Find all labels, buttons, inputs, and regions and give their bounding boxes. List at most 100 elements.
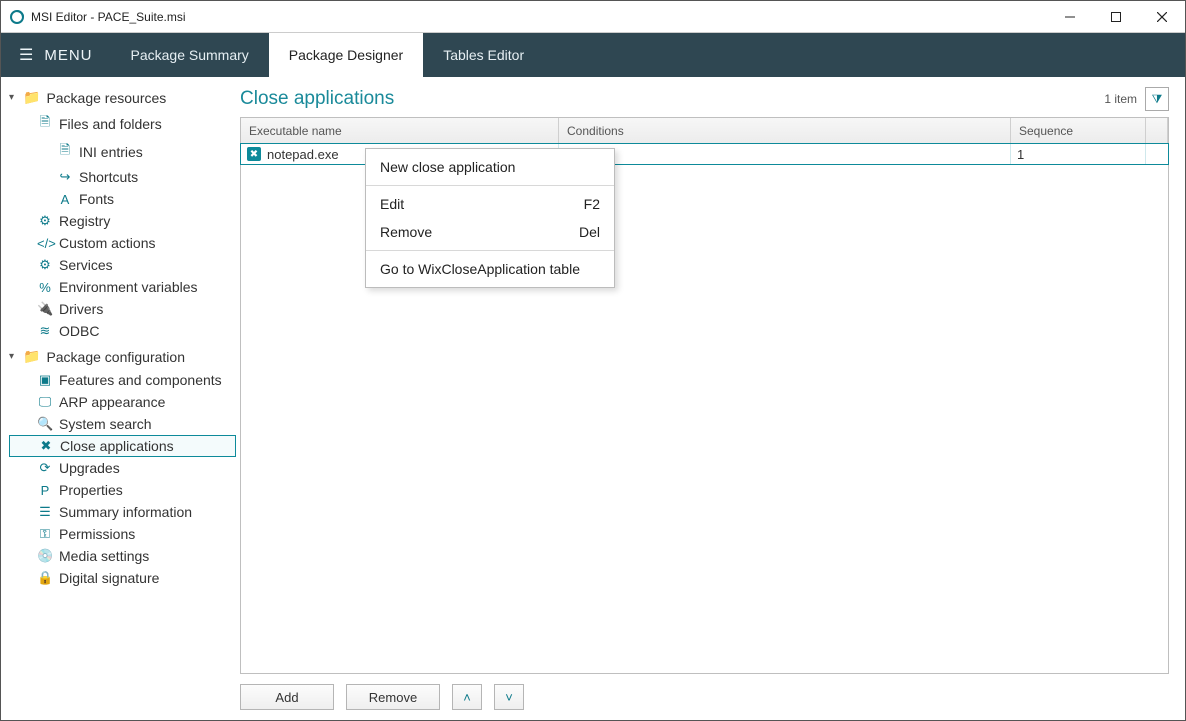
sidebar-item-label: Summary information <box>59 504 192 520</box>
puzzle-icon: ▣ <box>37 372 53 388</box>
tree-header-resources[interactable]: ▾ 📁 Package resources <box>9 85 236 110</box>
lock-icon: 🔒 <box>37 570 53 586</box>
app-logo-icon <box>9 9 25 25</box>
move-down-button[interactable]: ˅ <box>494 684 524 710</box>
sidebar-item-label: Shortcuts <box>79 169 138 185</box>
close-app-icon: ✖ <box>38 438 54 454</box>
hamburger-icon: ☰ <box>19 45 34 65</box>
column-conditions[interactable]: Conditions <box>559 118 1011 143</box>
sidebar-item-label: Registry <box>59 213 110 229</box>
tab-package-designer[interactable]: Package Designer <box>269 33 423 77</box>
sidebar-item-label: Custom actions <box>59 235 155 251</box>
move-up-button[interactable]: ˄ <box>452 684 482 710</box>
sidebar-item-label: Digital signature <box>59 570 159 586</box>
window-title: MSI Editor - PACE_Suite.msi <box>31 10 1047 24</box>
main-header: Close applications 1 item ⧩ <box>240 87 1169 111</box>
grid-body: ✖ notepad.exe 1 New close application <box>241 144 1168 673</box>
column-executable-name[interactable]: Executable name <box>241 118 559 143</box>
filter-button[interactable]: ⧩ <box>1145 87 1169 111</box>
cell-spacer <box>1146 144 1168 164</box>
tab-tables-editor[interactable]: Tables Editor <box>423 33 544 77</box>
sidebar-item-drivers[interactable]: 🔌 Drivers <box>9 298 236 320</box>
sidebar-item-summary-info[interactable]: ☰ Summary information <box>9 501 236 523</box>
page-title: Close applications <box>240 88 394 110</box>
sidebar-item-features[interactable]: ▣ Features and components <box>9 369 236 391</box>
sidebar-item-label: Permissions <box>59 526 135 542</box>
registry-icon: ⚙ <box>37 213 53 229</box>
maximize-button[interactable] <box>1093 1 1139 32</box>
ctx-label: Remove <box>380 224 432 240</box>
ctx-label: Go to WixCloseApplication table <box>380 261 580 277</box>
sidebar-item-label: Drivers <box>59 301 103 317</box>
close-app-icon: ✖ <box>247 147 261 161</box>
remove-button[interactable]: Remove <box>346 684 440 710</box>
sidebar-item-label: Properties <box>59 482 123 498</box>
sidebar-item-label: Environment variables <box>59 279 198 295</box>
sidebar-item-shortcuts[interactable]: ↪ Shortcuts <box>9 166 236 188</box>
ctx-separator <box>366 250 614 251</box>
sidebar-item-media-settings[interactable]: 💿 Media settings <box>9 545 236 567</box>
tree-header-configuration[interactable]: ▾ 📁 Package configuration <box>9 344 236 369</box>
ctx-new-close-application[interactable]: New close application <box>366 153 614 181</box>
ctx-edit[interactable]: Edit F2 <box>366 190 614 218</box>
column-sequence[interactable]: Sequence <box>1011 118 1146 143</box>
list-icon: ☰ <box>37 504 53 520</box>
ctx-label: Edit <box>380 196 404 212</box>
sidebar-item-services[interactable]: ⚙ Services <box>9 254 236 276</box>
folder-icon: 📁 <box>23 348 40 365</box>
close-button[interactable] <box>1139 1 1185 32</box>
sidebar-item-label: ARP appearance <box>59 394 165 410</box>
tab-package-summary[interactable]: Package Summary <box>111 33 269 77</box>
menu-button[interactable]: ☰ MENU <box>1 33 111 77</box>
chevron-down-icon: ˅ <box>505 690 513 705</box>
sidebar-item-close-applications[interactable]: ✖ Close applications <box>9 435 236 457</box>
file-icon: 🗎 <box>37 113 53 135</box>
add-button[interactable]: Add <box>240 684 334 710</box>
shortcut-icon: ↪ <box>57 169 73 185</box>
sidebar-item-properties[interactable]: P Properties <box>9 479 236 501</box>
sidebar-item-odbc[interactable]: ≋ ODBC <box>9 320 236 342</box>
sidebar-item-permissions[interactable]: ⚿ Permissions <box>9 523 236 545</box>
sidebar-item-arp[interactable]: 🖵 ARP appearance <box>9 391 236 413</box>
sidebar-item-label: Fonts <box>79 191 114 207</box>
filter-icon: ⧩ <box>1152 92 1163 107</box>
sidebar-item-digital-signature[interactable]: 🔒 Digital signature <box>9 567 236 589</box>
data-grid: Executable name Conditions Sequence ✖ no… <box>240 117 1169 674</box>
cell-cond <box>559 144 1011 164</box>
sidebar-item-ini-entries[interactable]: 🗎 INI entries <box>9 138 236 166</box>
sidebar-item-system-search[interactable]: 🔍 System search <box>9 413 236 435</box>
cell-seq: 1 <box>1011 144 1146 164</box>
gear-icon: ⚙ <box>37 257 53 273</box>
sidebar-item-custom-actions[interactable]: </> Custom actions <box>9 232 236 254</box>
sidebar-item-files-and-folders[interactable]: 🗎 Files and folders <box>9 110 236 138</box>
sidebar-item-fonts[interactable]: A Fonts <box>9 188 236 210</box>
disc-icon: 💿 <box>37 548 53 564</box>
ctx-separator <box>366 185 614 186</box>
minimize-button[interactable] <box>1047 1 1093 32</box>
sidebar-item-env-vars[interactable]: % Environment variables <box>9 276 236 298</box>
code-icon: </> <box>37 236 53 251</box>
ctx-goto-table[interactable]: Go to WixCloseApplication table <box>366 255 614 283</box>
item-count: 1 item <box>1104 92 1137 106</box>
sidebar-item-label: Files and folders <box>59 116 162 132</box>
cell-value: notepad.exe <box>267 147 339 162</box>
column-spacer <box>1146 118 1168 143</box>
sidebar-item-label: System search <box>59 416 152 432</box>
tree-header-label: Package resources <box>46 90 166 106</box>
content-area: ▾ 📁 Package resources 🗎 Files and folder… <box>1 77 1185 720</box>
sidebar-item-upgrades[interactable]: ⟳ Upgrades <box>9 457 236 479</box>
sync-icon: ⟳ <box>37 460 53 476</box>
caret-down-icon: ▾ <box>9 92 21 103</box>
sidebar-item-registry[interactable]: ⚙ Registry <box>9 210 236 232</box>
font-icon: A <box>57 192 73 207</box>
bottom-toolbar: Add Remove ˄ ˅ <box>240 674 1169 710</box>
menubar: ☰ MENU Package Summary Package Designer … <box>1 33 1185 77</box>
context-menu: New close application Edit F2 Remove Del <box>365 148 615 288</box>
ctx-shortcut: Del <box>579 224 600 240</box>
sidebar-item-label: Media settings <box>59 548 149 564</box>
ctx-remove[interactable]: Remove Del <box>366 218 614 246</box>
ctx-shortcut: F2 <box>584 196 600 212</box>
cell-value: 1 <box>1017 147 1024 162</box>
sidebar-item-label: Features and components <box>59 372 222 388</box>
caret-down-icon: ▾ <box>9 351 21 362</box>
